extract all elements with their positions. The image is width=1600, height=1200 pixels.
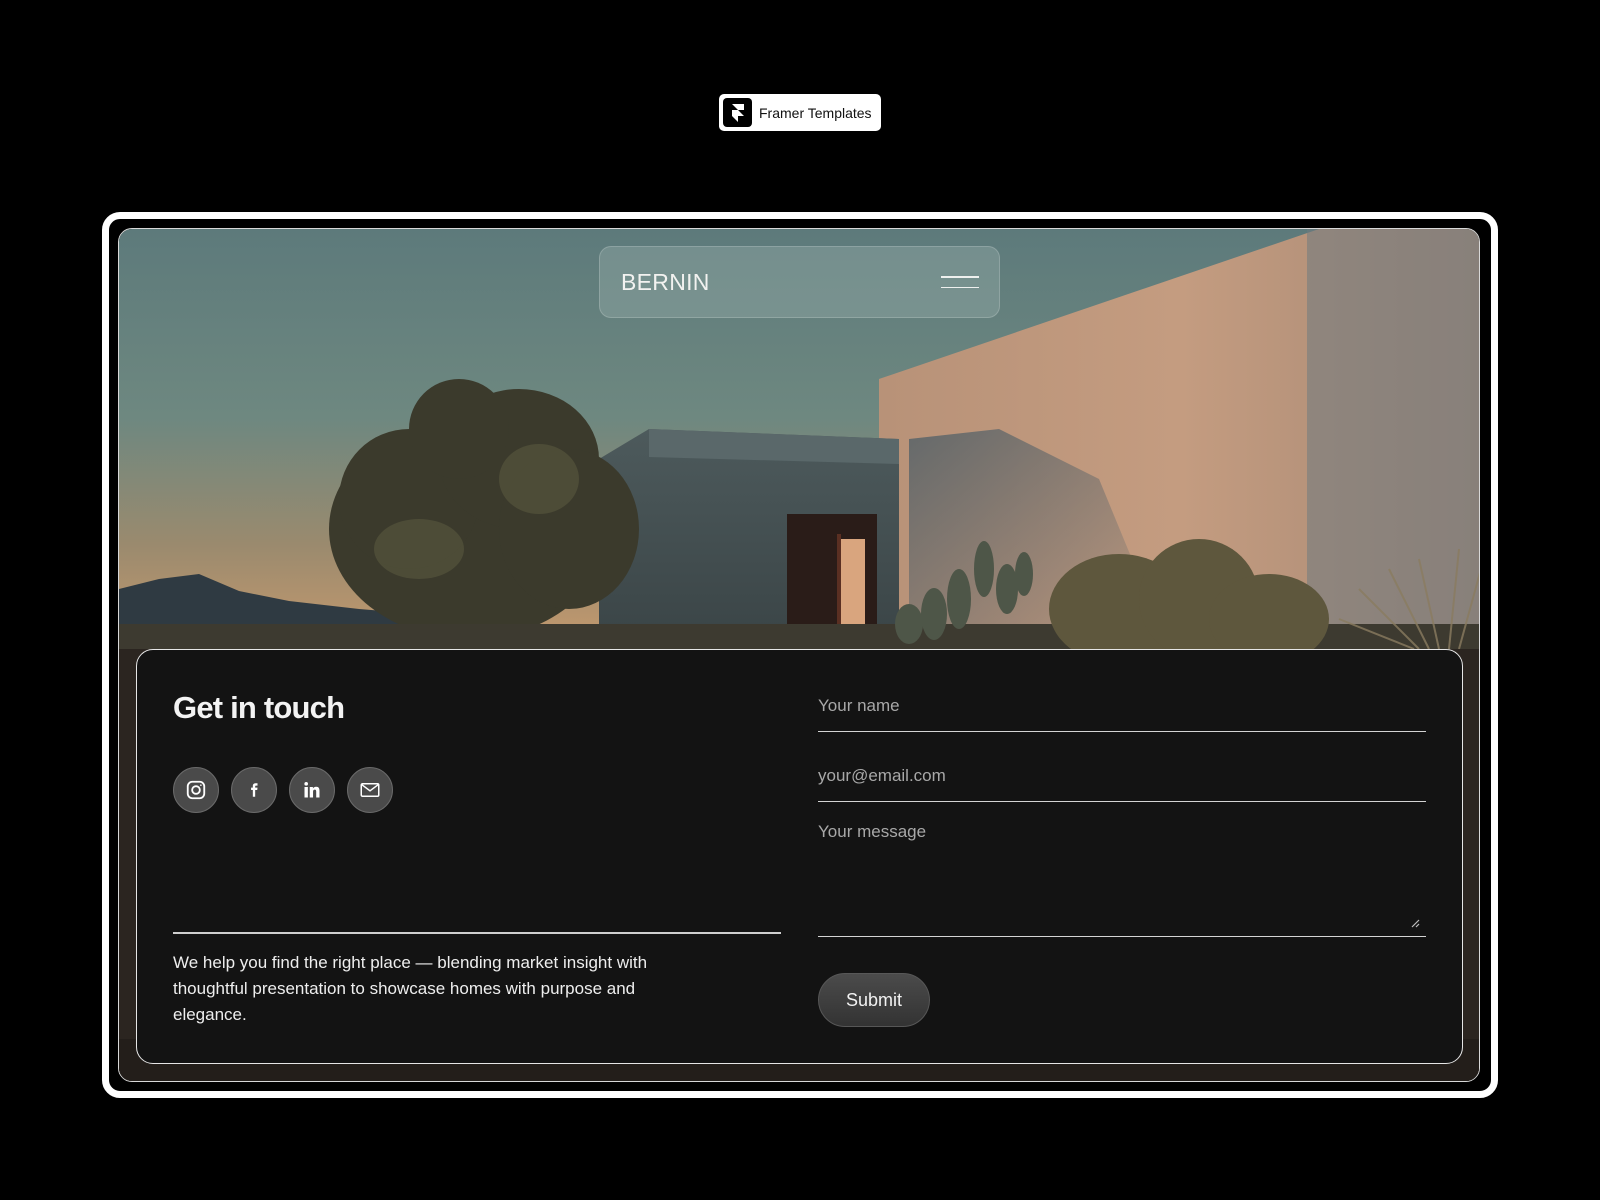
- nav-bar: BERNIN: [599, 246, 1000, 318]
- submit-button[interactable]: Submit: [818, 973, 930, 1027]
- contact-title: Get in touch: [173, 690, 345, 725]
- mail-icon: [360, 783, 380, 797]
- facebook-button[interactable]: [231, 767, 277, 813]
- framer-logo-icon: [723, 98, 752, 127]
- hamburger-menu-icon[interactable]: [941, 276, 979, 288]
- message-field: [818, 822, 1426, 937]
- instagram-button[interactable]: [173, 767, 219, 813]
- email-input[interactable]: [818, 766, 1426, 786]
- brand-logo[interactable]: BERNIN: [621, 269, 710, 296]
- message-textarea[interactable]: [818, 822, 1426, 930]
- instagram-icon: [186, 780, 206, 800]
- section-divider: [173, 932, 781, 934]
- badge-label: Framer Templates: [759, 104, 872, 121]
- contact-description: We help you find the right place — blend…: [173, 953, 648, 1024]
- contact-card: Get in touch We help you find the right …: [136, 649, 1463, 1064]
- email-field: [818, 766, 1426, 802]
- resize-handle-icon[interactable]: [1410, 918, 1420, 928]
- name-field: [818, 696, 1426, 732]
- social-links: [173, 767, 393, 813]
- linkedin-icon: [304, 782, 320, 798]
- framer-templates-badge[interactable]: Framer Templates: [719, 94, 881, 131]
- email-button[interactable]: [347, 767, 393, 813]
- name-input[interactable]: [818, 696, 1426, 716]
- facebook-icon: [251, 783, 258, 797]
- linkedin-button[interactable]: [289, 767, 335, 813]
